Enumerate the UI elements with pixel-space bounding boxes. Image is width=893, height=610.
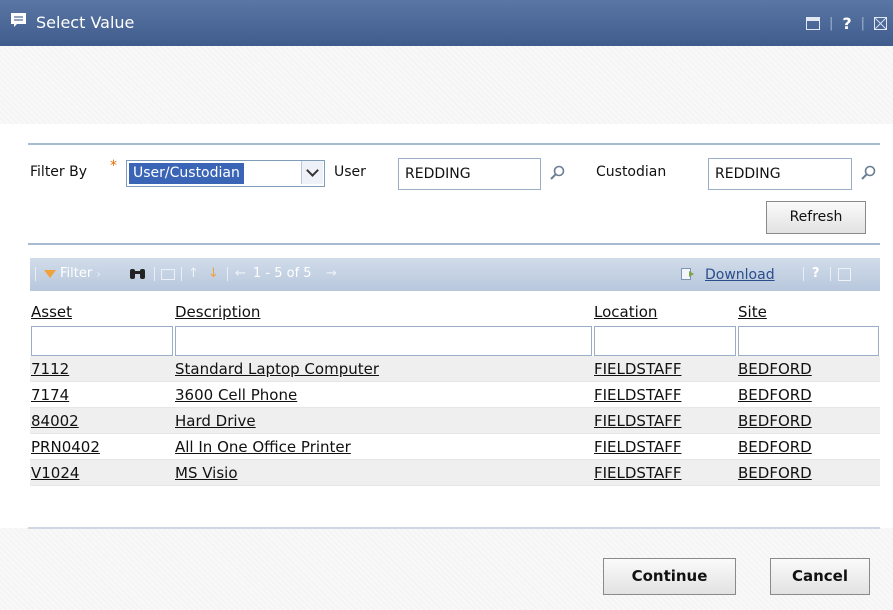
binoculars-icon[interactable]	[129, 267, 146, 281]
location-link[interactable]: FIELDSTAFF	[594, 464, 681, 482]
table-row[interactable]: 7174 3600 Cell Phone FIELDSTAFF BEDFORD	[30, 381, 880, 408]
chevron-right-icon: ›	[96, 266, 102, 281]
dialog-title: Select Value	[36, 13, 135, 32]
chevron-down-icon[interactable]	[301, 161, 323, 184]
results-table: Asset Description Location Site 7112 Sta…	[30, 298, 880, 486]
user-input[interactable]: REDDING	[398, 158, 541, 190]
paging-info: 1 - 5 of 5	[253, 266, 312, 281]
location-link[interactable]: FIELDSTAFF	[594, 412, 681, 430]
search-icon[interactable]	[549, 165, 565, 181]
site-link[interactable]: BEDFORD	[738, 386, 812, 404]
filter-toggle[interactable]: Filter ›	[44, 266, 101, 281]
table-toolbar: Filter › ↑ ↓ ← 1 - 5 of 5 → Download ?	[30, 258, 880, 291]
description-link[interactable]: MS Visio	[175, 464, 238, 482]
table-row[interactable]: V1024 MS Visio FIELDSTAFF BEDFORD	[30, 459, 880, 486]
arrow-up-icon[interactable]: ↑	[188, 266, 199, 281]
help-icon[interactable]: ?	[812, 266, 820, 281]
asset-link[interactable]: 84002	[31, 412, 79, 430]
site-filter-input[interactable]	[738, 326, 879, 356]
asset-link[interactable]: V1024	[31, 464, 79, 482]
cancel-button[interactable]: Cancel	[770, 558, 870, 595]
site-link[interactable]: BEDFORD	[738, 464, 812, 482]
footer-band	[0, 528, 893, 610]
next-page-icon[interactable]: →	[326, 266, 337, 281]
table-row[interactable]: 7112 Standard Laptop Computer FIELDSTAFF…	[30, 356, 880, 382]
download-link[interactable]: Download	[705, 267, 775, 283]
user-label: User	[334, 164, 366, 180]
search-icon[interactable]	[860, 165, 876, 181]
required-marker: *	[110, 158, 117, 174]
previous-page-icon[interactable]: ←	[235, 266, 246, 281]
section-divider	[28, 527, 880, 529]
toolbar-separator: |	[860, 15, 865, 31]
location-filter-input[interactable]	[594, 326, 736, 356]
custodian-label: Custodian	[596, 164, 667, 180]
location-link[interactable]: FIELDSTAFF	[594, 360, 681, 378]
toolbar-separator: |	[828, 15, 834, 31]
filter-by-select[interactable]: User/Custodian	[126, 160, 325, 187]
filter-label: Filter	[60, 266, 93, 281]
refresh-button[interactable]: Refresh	[766, 201, 866, 234]
table-row[interactable]: 84002 Hard Drive FIELDSTAFF BEDFORD	[30, 407, 880, 434]
dialog-icon	[11, 13, 26, 27]
clear-filter-icon[interactable]	[161, 269, 175, 280]
restore-icon[interactable]	[805, 16, 820, 30]
description-filter-input[interactable]	[175, 326, 592, 356]
site-link[interactable]: BEDFORD	[738, 360, 812, 378]
download-icon[interactable]	[681, 268, 695, 280]
custodian-input[interactable]: REDDING	[708, 158, 852, 190]
filter-by-label: Filter By	[30, 164, 88, 180]
asset-link[interactable]: 7174	[31, 386, 69, 404]
location-link[interactable]: FIELDSTAFF	[594, 438, 681, 456]
dialog-title-bar: Select Value | ? |	[0, 0, 893, 46]
arrow-down-icon[interactable]: ↓	[208, 266, 219, 281]
description-link[interactable]: All In One Office Printer	[175, 438, 351, 456]
table-row[interactable]: PRN0402 All In One Office Printer FIELDS…	[30, 433, 880, 460]
section-divider	[28, 143, 880, 145]
filter-by-selected-value: User/Custodian	[129, 163, 244, 184]
asset-link[interactable]: 7112	[31, 360, 69, 378]
filter-icon	[44, 269, 56, 278]
column-header-site[interactable]: Site	[737, 298, 880, 326]
site-link[interactable]: BEDFORD	[738, 412, 812, 430]
header-band	[0, 46, 893, 124]
asset-filter-input[interactable]	[31, 326, 173, 356]
table-settings-icon[interactable]	[838, 268, 851, 281]
column-header-location[interactable]: Location	[593, 298, 737, 326]
continue-button[interactable]: Continue	[603, 558, 736, 595]
column-header-description[interactable]: Description	[174, 298, 593, 326]
description-link[interactable]: 3600 Cell Phone	[175, 386, 297, 404]
site-link[interactable]: BEDFORD	[738, 438, 812, 456]
location-link[interactable]: FIELDSTAFF	[594, 386, 681, 404]
help-icon[interactable]: ?	[842, 14, 851, 33]
description-link[interactable]: Standard Laptop Computer	[175, 360, 379, 378]
asset-link[interactable]: PRN0402	[31, 438, 100, 456]
close-icon[interactable]	[874, 16, 887, 30]
section-divider	[28, 243, 880, 245]
description-link[interactable]: Hard Drive	[175, 412, 256, 430]
column-header-asset[interactable]: Asset	[30, 298, 174, 326]
